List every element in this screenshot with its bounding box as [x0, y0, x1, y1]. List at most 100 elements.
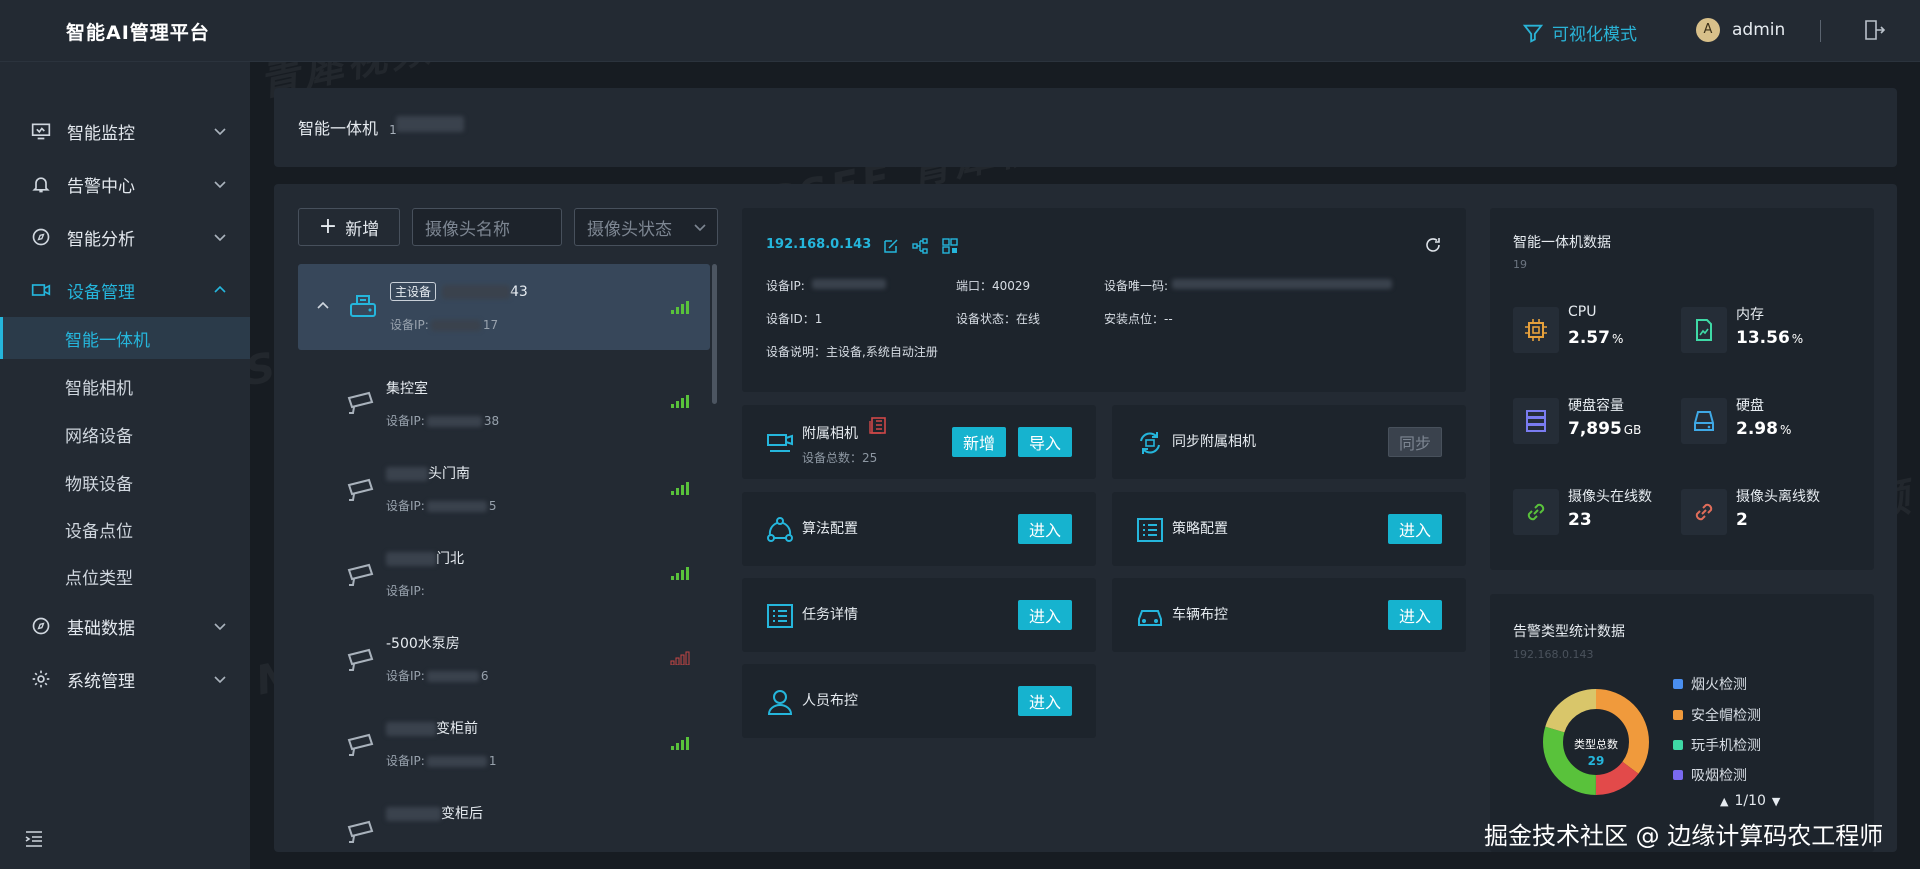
link-icon	[1527, 503, 1545, 521]
legend-item[interactable]: 烟火检测	[1673, 674, 1747, 694]
ip-suffix: 17	[482, 318, 499, 332]
stat-value: 23	[1568, 510, 1592, 530]
donut-center-label: 类型总数	[1574, 738, 1618, 751]
sidebar-subitem-label: 智能相机	[65, 378, 133, 399]
pager-next-icon[interactable]: ▼	[1772, 795, 1780, 808]
sidebar-subitem-ai-box[interactable]: 智能一体机	[0, 317, 250, 359]
camera-name-placeholder: 摄像头名称	[425, 219, 510, 240]
legend-label: 安全帽检测	[1691, 708, 1761, 724]
ip-suffix: 6	[480, 669, 489, 683]
device-name-text: 头门南	[428, 466, 470, 482]
card-title: 任务详情	[802, 607, 858, 623]
sidebar-subitem-ai-camera[interactable]: 智能相机	[0, 365, 250, 407]
device-name: 集控室	[386, 381, 428, 397]
unit: %	[1779, 423, 1792, 437]
sidebar-item-alerts[interactable]: 告警中心	[0, 164, 250, 204]
stat-value: 2	[1736, 510, 1748, 530]
enter-strategy-button[interactable]: 进入	[1388, 514, 1442, 544]
camera-status-select[interactable]: 摄像头状态	[574, 208, 718, 246]
device-list-item-main[interactable]: 主设备 43 设备IP: 17	[298, 264, 710, 350]
camera-name-input[interactable]: 摄像头名称	[412, 208, 562, 246]
enter-algorithm-button[interactable]: 进入	[1018, 514, 1072, 544]
sidebar-item-base-data[interactable]: 基础数据	[0, 606, 250, 646]
device-list-item[interactable]: 集控室 设备IP: 38	[298, 360, 710, 446]
page-title: 智能一体机	[298, 119, 379, 138]
person-control-card: 人员布控 进入	[742, 664, 1096, 738]
sidebar-item-label: 智能分析	[67, 229, 135, 250]
pager-prev-icon[interactable]: ▲	[1720, 795, 1728, 808]
add-camera-button[interactable]: + 新增	[298, 208, 400, 246]
device-list-item[interactable]: 头门南 设备IP: 5	[298, 445, 710, 531]
enter-vehicle-button[interactable]: 进入	[1388, 600, 1442, 630]
unique-code-field: 设备唯一码:	[1104, 279, 1169, 293]
camera-status-placeholder: 摄像头状态	[587, 219, 672, 240]
sidebar-subitem-point-type[interactable]: 点位类型	[0, 555, 250, 597]
device-list-item[interactable]: 变柜后	[298, 785, 710, 851]
alarm-stats-subtitle: 192.168.0.143	[1513, 648, 1594, 661]
device-status-field: 设备状态：在线	[956, 312, 1041, 326]
signal-good-icon	[671, 737, 689, 750]
card-title: 人员布控	[802, 693, 858, 709]
username: admin	[1732, 20, 1786, 40]
refresh-icon[interactable]	[1424, 236, 1442, 254]
device-ip: 设备IP: 17	[390, 316, 498, 333]
disk-stat: 硬盘 2.98%	[1681, 391, 1851, 451]
device-list-item[interactable]: -500水泵房 设备IP: 6	[298, 615, 710, 701]
signal-good-icon	[671, 567, 689, 580]
topology-icon[interactable]	[912, 238, 928, 254]
redacted-text	[386, 722, 436, 736]
disk-capacity-stat: 硬盘容量 7,895 GB	[1513, 391, 1683, 451]
camera-icon	[347, 648, 374, 671]
card-title: 算法配置	[802, 521, 858, 537]
add-attached-camera-button[interactable]: 新增	[952, 427, 1006, 457]
attached-camera-card: 附属相机 设备总数：25 新增 导入	[742, 405, 1096, 479]
sync-button[interactable]: 同步	[1388, 427, 1442, 457]
qrcode-icon[interactable]	[942, 238, 958, 254]
sidebar-item-monitor[interactable]: 智能监控	[0, 111, 250, 151]
legend-swatch	[1673, 740, 1683, 750]
chevron-down-icon	[214, 234, 226, 242]
legend-item[interactable]: 安全帽检测	[1673, 705, 1761, 725]
disk-value: 2.98	[1736, 419, 1778, 439]
cpu-value: 2.57	[1568, 328, 1610, 348]
unit: %	[1791, 332, 1804, 346]
funnel-icon	[1522, 24, 1544, 43]
install-point-field: 安装点位：--	[1104, 312, 1173, 326]
gear-icon	[32, 670, 50, 688]
sidebar-item-analysis[interactable]: 智能分析	[0, 217, 250, 257]
collapse-menu-icon[interactable]	[24, 830, 44, 848]
legend-item[interactable]: 玩手机检测	[1673, 735, 1761, 755]
logout-icon[interactable]	[1862, 18, 1886, 42]
sync-camera-card: 同步附属相机 同步	[1112, 405, 1466, 479]
user-menu[interactable]: A admin	[1696, 18, 1785, 42]
chevron-down-icon	[214, 181, 226, 189]
legend-item[interactable]: 吸烟检测	[1673, 765, 1747, 785]
edit-icon[interactable]	[883, 238, 899, 254]
card-title: 附属相机	[802, 426, 858, 442]
device-list-item[interactable]: 门北 设备IP:	[298, 530, 710, 616]
scrollbar[interactable]	[712, 264, 717, 404]
camera-icon	[347, 391, 374, 414]
sidebar-item-device-management[interactable]: 设备管理	[0, 270, 250, 310]
sidebar-subitem-iot-device[interactable]: 物联设备	[0, 461, 250, 503]
donut-center-value: 29	[1587, 754, 1605, 768]
stat-icon-box	[1681, 307, 1727, 353]
sidebar-subitem-network-device[interactable]: 网络设备	[0, 413, 250, 455]
device-name-text: 门北	[436, 551, 464, 567]
visualization-mode-button[interactable]: 可视化模式	[1522, 20, 1637, 45]
enter-task-button[interactable]: 进入	[1018, 600, 1072, 630]
chevron-down-icon	[214, 128, 226, 136]
import-button[interactable]: 导入	[1018, 427, 1072, 457]
sidebar: 智能监控 告警中心 智能分析 设备管理 智能一体机 智能相机 网络设备 物联设备…	[0, 62, 250, 869]
plus-icon: +	[318, 214, 338, 239]
sidebar-subitem-device-point[interactable]: 设备点位	[0, 508, 250, 550]
sidebar-item-system[interactable]: 系统管理	[0, 659, 250, 699]
delete-icon[interactable]	[868, 415, 888, 435]
sidebar-subitem-label: 设备点位	[65, 521, 133, 542]
stat-value: 2.57%	[1568, 328, 1623, 348]
sidebar-item-label: 智能监控	[67, 123, 135, 144]
device-list-item[interactable]: 变柜前 设备IP: 1	[298, 700, 710, 786]
car-icon	[1138, 610, 1162, 626]
enter-person-button[interactable]: 进入	[1018, 686, 1072, 716]
camera-icon	[347, 478, 374, 501]
